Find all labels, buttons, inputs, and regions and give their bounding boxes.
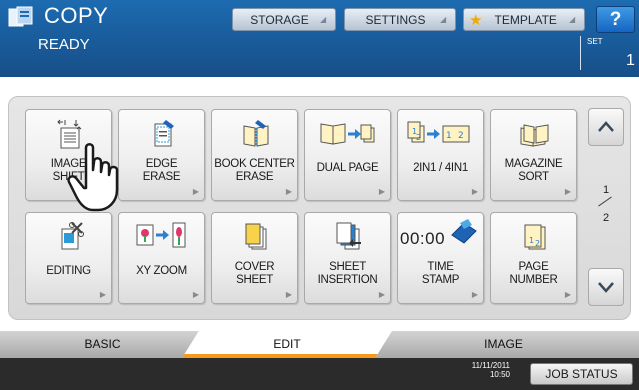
book-center-erase-button[interactable]: BOOK CENTER ERASE ▶: [211, 109, 298, 201]
storage-button-label: STORAGE: [250, 12, 309, 27]
header-bar: COPY STORAGE ◢ SETTINGS ◢ ★ TEMPLATE ◢ ?…: [0, 0, 639, 77]
magazine-sort-icon: [520, 124, 549, 147]
submenu-arrow-icon: ▶: [564, 290, 571, 299]
submenu-arrow-icon: ▶: [564, 187, 571, 196]
tab-basic[interactable]: BASIC: [0, 331, 205, 358]
set-label: SET: [587, 37, 603, 46]
page-current: 1: [602, 184, 610, 196]
2in1-4in1-button[interactable]: 1 2 1 2 2IN1 / 4IN1 ▶: [397, 109, 484, 201]
chevron-down-icon: [598, 282, 614, 293]
submenu-arrow-icon: ▶: [471, 187, 478, 196]
svg-text:1: 1: [446, 131, 452, 141]
corner-arrow-icon: ◢: [440, 15, 447, 24]
settings-button-label: SETTINGS: [365, 12, 426, 27]
time-stamp-icon-text: 00:00: [400, 229, 446, 248]
tab-image[interactable]: IMAGE: [368, 331, 639, 358]
svg-text:2: 2: [458, 131, 464, 141]
date-display: 11/11/2011: [471, 361, 510, 370]
template-button-label: TEMPLATE: [494, 12, 557, 27]
function-label-line1: XY ZOOM: [136, 265, 187, 277]
2in1-4in1-icon: 1 2 1 2: [407, 121, 470, 143]
function-label-line1: SHEET: [329, 261, 366, 273]
book-center-erase-icon: [243, 120, 269, 147]
star-icon: ★: [469, 11, 483, 29]
svg-text:2: 2: [416, 133, 421, 142]
set-count: 1: [626, 52, 635, 69]
submenu-arrow-icon: ▶: [378, 290, 385, 299]
function-label-line1: COVER: [234, 261, 275, 273]
time-display: 10:50: [489, 370, 510, 379]
page-number-icon: 1 2: [524, 224, 546, 250]
function-label-line1: TIME: [427, 261, 454, 273]
tab-edit[interactable]: EDIT: [182, 331, 392, 358]
template-button[interactable]: ★ TEMPLATE ◢: [463, 8, 585, 31]
settings-button[interactable]: SETTINGS ◢: [344, 8, 456, 31]
editing-icon: [61, 222, 84, 250]
touch-hand-icon: [67, 143, 119, 212]
function-label-line1: EDITING: [46, 265, 91, 277]
function-label-line2: ERASE: [142, 171, 181, 183]
function-label-line1: DUAL PAGE: [316, 162, 379, 174]
function-label-line2: STAMP: [421, 274, 460, 286]
edge-erase-button[interactable]: EDGE ERASE ▶: [118, 109, 205, 201]
time-stamp-icon: [451, 219, 477, 244]
function-label-line2: INSERTION: [317, 274, 378, 286]
job-status-button[interactable]: JOB STATUS: [530, 363, 633, 385]
svg-text:1: 1: [529, 236, 534, 245]
submenu-arrow-icon: ▶: [471, 290, 478, 299]
tab-bar: BASIC IMAGE EDIT: [0, 328, 639, 358]
page-number-button[interactable]: 1 2 PAGE NUMBER ▶: [490, 212, 577, 304]
cover-sheet-icon: [245, 223, 267, 250]
function-label-line2: SHEET: [236, 274, 273, 286]
xy-zoom-button[interactable]: XY ZOOM ▶: [118, 212, 205, 304]
submenu-arrow-icon: ▶: [285, 187, 292, 196]
submenu-arrow-icon: ▶: [378, 187, 385, 196]
app-title: COPY: [44, 3, 109, 28]
machine-status: READY: [38, 36, 90, 53]
footer-bar: 11/11/2011 10:50 JOB STATUS: [0, 358, 639, 390]
help-button[interactable]: ?: [596, 6, 635, 33]
function-label-line2: ERASE: [235, 171, 274, 183]
page-total: 2: [602, 212, 610, 224]
scroll-down-button[interactable]: [588, 268, 624, 306]
submenu-arrow-icon: ▶: [192, 290, 199, 299]
chevron-up-icon: [598, 121, 614, 132]
xy-zoom-icon: [136, 222, 186, 248]
cover-sheet-button[interactable]: COVER SHEET ▶: [211, 212, 298, 304]
function-label-line1: PAGE: [518, 261, 549, 273]
storage-button[interactable]: STORAGE ◢: [232, 8, 336, 31]
svg-text:2: 2: [535, 239, 540, 248]
function-label-line1: MAGAZINE: [504, 158, 563, 170]
submenu-arrow-icon: ▶: [192, 187, 199, 196]
set-divider: [580, 36, 581, 70]
corner-arrow-icon: ◢: [320, 15, 327, 24]
submenu-arrow-icon: ▶: [285, 290, 292, 299]
corner-arrow-icon: ◢: [569, 15, 576, 24]
sheet-insertion-icon: [336, 222, 361, 250]
submenu-arrow-icon: ▶: [99, 290, 106, 299]
magazine-sort-button[interactable]: MAGAZINE SORT ▶: [490, 109, 577, 201]
function-label-line1: BOOK CENTER: [214, 158, 295, 170]
scroll-up-button[interactable]: [588, 108, 624, 146]
dual-page-button[interactable]: DUAL PAGE ▶: [304, 109, 391, 201]
function-label-line1: 2IN1 / 4IN1: [413, 162, 468, 174]
function-label-line2: SORT: [518, 171, 549, 183]
function-label-line2: NUMBER: [509, 274, 558, 286]
editing-button[interactable]: EDITING ▶: [25, 212, 112, 304]
copy-app-icon: [8, 6, 33, 27]
function-label-line1: EDGE: [145, 158, 178, 170]
sheet-insertion-button[interactable]: SHEET INSERTION ▶: [304, 212, 391, 304]
dual-page-icon: [320, 123, 375, 145]
time-stamp-button[interactable]: 00:00 TIME STAMP ▶: [397, 212, 484, 304]
edge-erase-icon: [154, 120, 174, 147]
